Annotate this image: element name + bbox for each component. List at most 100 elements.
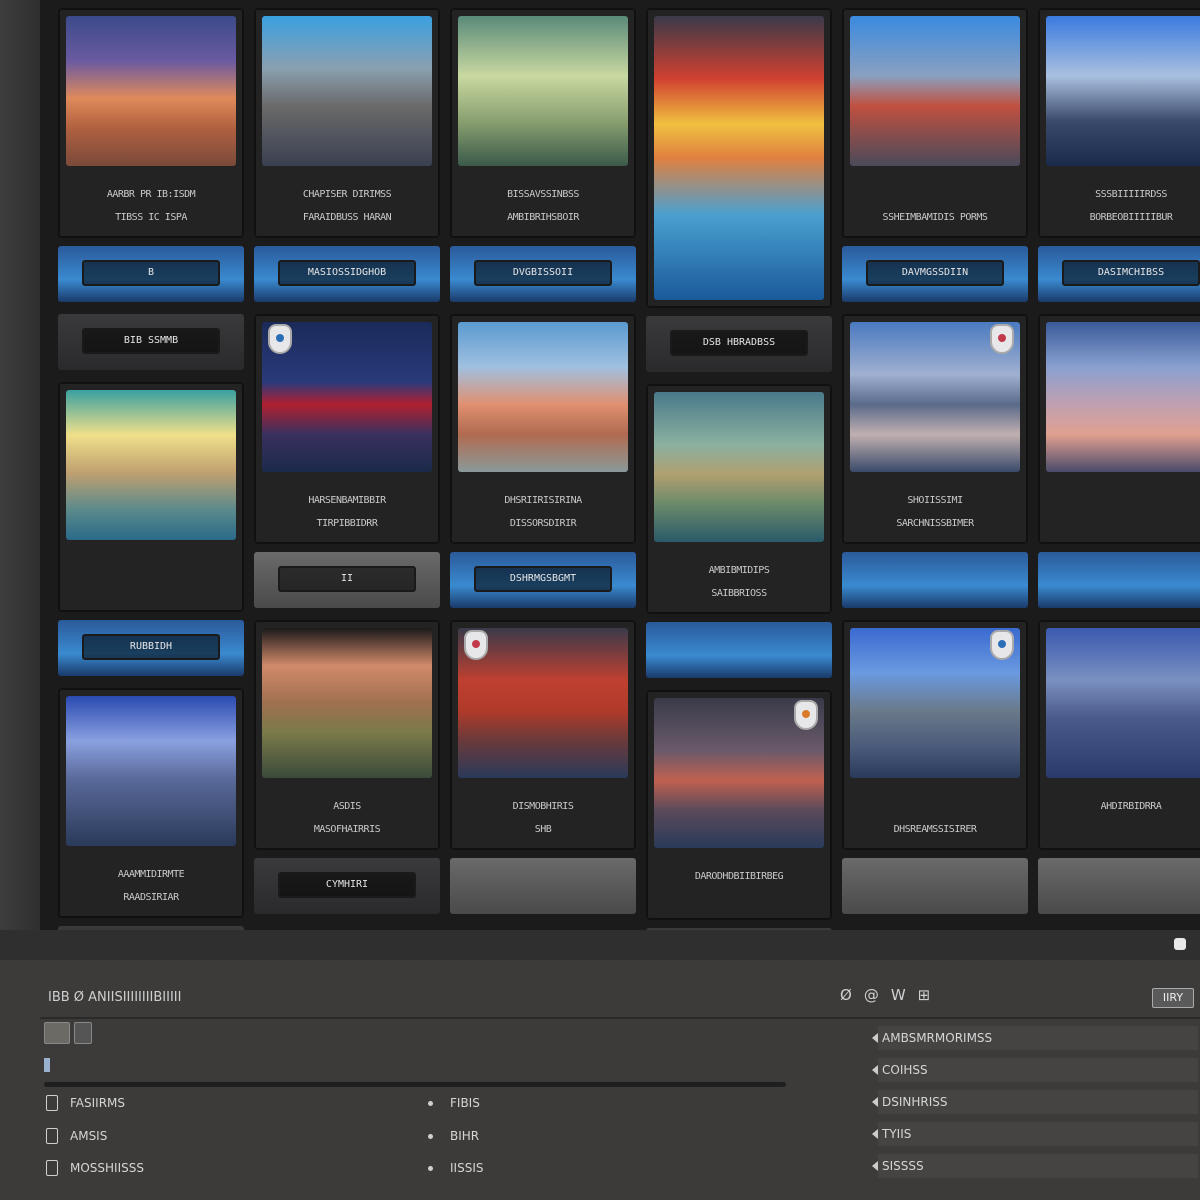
- card-thumbnail: [458, 322, 628, 472]
- shield-badge-icon: [268, 324, 292, 354]
- card-caption: AAAMMIDIRMTE: [117, 870, 185, 880]
- gallery-card[interactable]: CHAPISER DIRIMSS FARAIDBUSS HARAN: [254, 8, 440, 238]
- card-caption: BISSAVSSINBSS: [507, 190, 579, 200]
- color-swatch[interactable]: [44, 1022, 70, 1044]
- card-thumbnail: [262, 16, 432, 166]
- list-item-label: SISSSS: [882, 1159, 924, 1173]
- property-row[interactable]: FASIIRMS FIBIS: [40, 1090, 860, 1118]
- gallery-strip[interactable]: DVGBISSOII: [450, 246, 636, 302]
- edit-icon[interactable]: W: [891, 986, 906, 1004]
- document-icon: [46, 1160, 58, 1176]
- chevron-left-icon: [872, 1161, 878, 1171]
- card-caption: HARSENBAMIBBIR: [308, 496, 386, 506]
- gallery-strip[interactable]: [842, 858, 1028, 914]
- card-subcaption: AMBIBRIHSBOIR: [507, 213, 579, 223]
- strip-label: B: [82, 260, 220, 286]
- strip-label: CYMHIRI: [278, 872, 416, 898]
- card-caption: DISMOBHIRIS: [512, 802, 574, 812]
- gallery-strip[interactable]: [646, 622, 832, 678]
- shield-badge-icon: [990, 630, 1014, 660]
- shield-badge-icon: [464, 630, 488, 660]
- card-caption: DHSRIIRISIRINA: [504, 496, 582, 506]
- card-thumbnail: [1046, 628, 1200, 778]
- gallery-strip[interactable]: RUBBIDH: [58, 620, 244, 676]
- gallery-strip[interactable]: B: [58, 246, 244, 302]
- gallery-strip[interactable]: DAVMGSSDIIN: [842, 246, 1028, 302]
- property-value: FIBIS: [450, 1096, 480, 1110]
- gallery-card[interactable]: SSHEIMBAMIDIS PORMS: [842, 8, 1028, 238]
- panel-action-button[interactable]: IIRY: [1152, 988, 1194, 1008]
- card-thumbnail: [66, 16, 236, 166]
- list-item[interactable]: COIHSS: [868, 1054, 1198, 1086]
- status-indicator-icon[interactable]: [1174, 938, 1186, 950]
- gallery-column: AARBR PR IB:ISDM TIBSS IC ISPA B BIB SSMMB R…: [58, 0, 244, 930]
- gallery-strip[interactable]: [450, 858, 636, 914]
- gallery-card[interactable]: DHSRIIRISIRINA DISSORSDIRIR: [450, 314, 636, 544]
- gallery-strip[interactable]: [842, 552, 1028, 608]
- gallery-card[interactable]: DISMOBHIRIS SHB: [450, 620, 636, 850]
- strip-label: DAVMGSSDIIN: [866, 260, 1004, 286]
- panel-divider: [40, 1017, 1200, 1019]
- list-item[interactable]: DSINHRISS: [868, 1086, 1198, 1118]
- card-subcaption: SHB: [534, 825, 552, 835]
- gallery-card[interactable]: AMBIBMIDIPS SAIBBRIOSS: [646, 384, 832, 614]
- property-key: AMSIS: [70, 1129, 108, 1143]
- bullet-icon: [428, 1101, 433, 1106]
- list-item[interactable]: SISSSS: [868, 1150, 1198, 1182]
- gallery-card[interactable]: ASDIS MASOFHAIRRIS: [254, 620, 440, 850]
- panel-toolbar: Ø @ W ⊞: [840, 986, 930, 1004]
- timeline-slider[interactable]: [44, 1082, 786, 1087]
- gallery-card[interactable]: [646, 8, 832, 308]
- card-thumbnail: [1046, 322, 1200, 472]
- side-list: AMBSMRMORIMSS COIHSS DSINHRISS TYIIS SIS…: [868, 1022, 1198, 1182]
- gallery-card[interactable]: AAAMMIDIRMTE RAADSIRIAR: [58, 688, 244, 918]
- gallery-strip[interactable]: CYMHIRI: [254, 858, 440, 914]
- strip-label: DVGBISSOII: [474, 260, 612, 286]
- grid-icon[interactable]: ⊞: [918, 986, 931, 1004]
- gallery-strip[interactable]: DASIMCHIBSS: [1038, 246, 1200, 302]
- card-caption: AARBR PR IB:ISDM: [106, 190, 196, 200]
- gallery-card[interactable]: AHDIRBIDRRA: [1038, 620, 1200, 850]
- gallery-card[interactable]: SSSBIIIIIRDSS BORBEOBIIIIIBUR: [1038, 8, 1200, 238]
- gallery-strip[interactable]: MASIOSSIDGHOB: [254, 246, 440, 302]
- list-item-bg: [878, 1122, 1198, 1146]
- list-item[interactable]: TYIIS: [868, 1118, 1198, 1150]
- app-window: AARBR PR IB:ISDM TIBSS IC ISPA B BIB SSMMB R…: [0, 0, 1200, 1200]
- card-caption: [1052, 496, 1200, 506]
- gallery-card[interactable]: AARBR PR IB:ISDM TIBSS IC ISPA: [58, 8, 244, 238]
- card-thumbnail: [850, 16, 1020, 166]
- gallery-card[interactable]: SHOIISSIMI SARCHNISSBIMER: [842, 314, 1028, 544]
- property-row[interactable]: MOSSHIISSS IISSIS: [40, 1155, 860, 1183]
- lock-icon[interactable]: Ø: [840, 986, 852, 1004]
- gallery-strip[interactable]: DSB HBRADBSS: [646, 316, 832, 372]
- status-bar: [0, 930, 1200, 960]
- gallery-strip[interactable]: BIB SSMMB: [58, 314, 244, 370]
- list-item[interactable]: AMBSMRMORIMSS: [868, 1022, 1198, 1054]
- card-subcaption: [72, 587, 230, 597]
- property-value: IISSIS: [450, 1161, 484, 1175]
- slider-marker[interactable]: [44, 1058, 50, 1072]
- gallery-card[interactable]: DARODHDBIIBIRBEG: [646, 690, 832, 920]
- gallery-strip[interactable]: II: [254, 552, 440, 608]
- property-row[interactable]: AMSIS BIHR: [40, 1123, 860, 1151]
- camera-icon[interactable]: @: [864, 986, 879, 1004]
- gallery-strip[interactable]: DSHRMGSBGMT: [450, 552, 636, 608]
- property-key: FASIIRMS: [70, 1096, 126, 1110]
- bullet-icon: [428, 1134, 433, 1139]
- card-caption: SHOIISSIMI: [907, 496, 963, 506]
- gallery-card[interactable]: [1038, 314, 1200, 544]
- gallery-column: SSSBIIIIIRDSS BORBEOBIIIIIBUR DASIMCHIBSS A…: [1038, 0, 1200, 930]
- layout-icon[interactable]: [74, 1022, 92, 1044]
- gallery-card[interactable]: BISSAVSSINBSS AMBIBRIHSBOIR: [450, 8, 636, 238]
- gallery-card[interactable]: HARSENBAMIBBIR TIRPIBBIDRR: [254, 314, 440, 544]
- image-gallery[interactable]: AARBR PR IB:ISDM TIBSS IC ISPA B BIB SSMMB R…: [40, 0, 1200, 930]
- gallery-strip[interactable]: [1038, 858, 1200, 914]
- gallery-strip[interactable]: [1038, 552, 1200, 608]
- card-caption: AHDIRBIDRRA: [1100, 802, 1162, 812]
- strip-label: BIB SSMMB: [82, 328, 220, 354]
- card-subcaption: TIBSS IC ISPA: [115, 213, 187, 223]
- card-caption: [856, 190, 1014, 200]
- strip-label: DSHRMGSBGMT: [474, 566, 612, 592]
- gallery-card[interactable]: [58, 382, 244, 612]
- gallery-card[interactable]: DHSREAMSSISIRER: [842, 620, 1028, 850]
